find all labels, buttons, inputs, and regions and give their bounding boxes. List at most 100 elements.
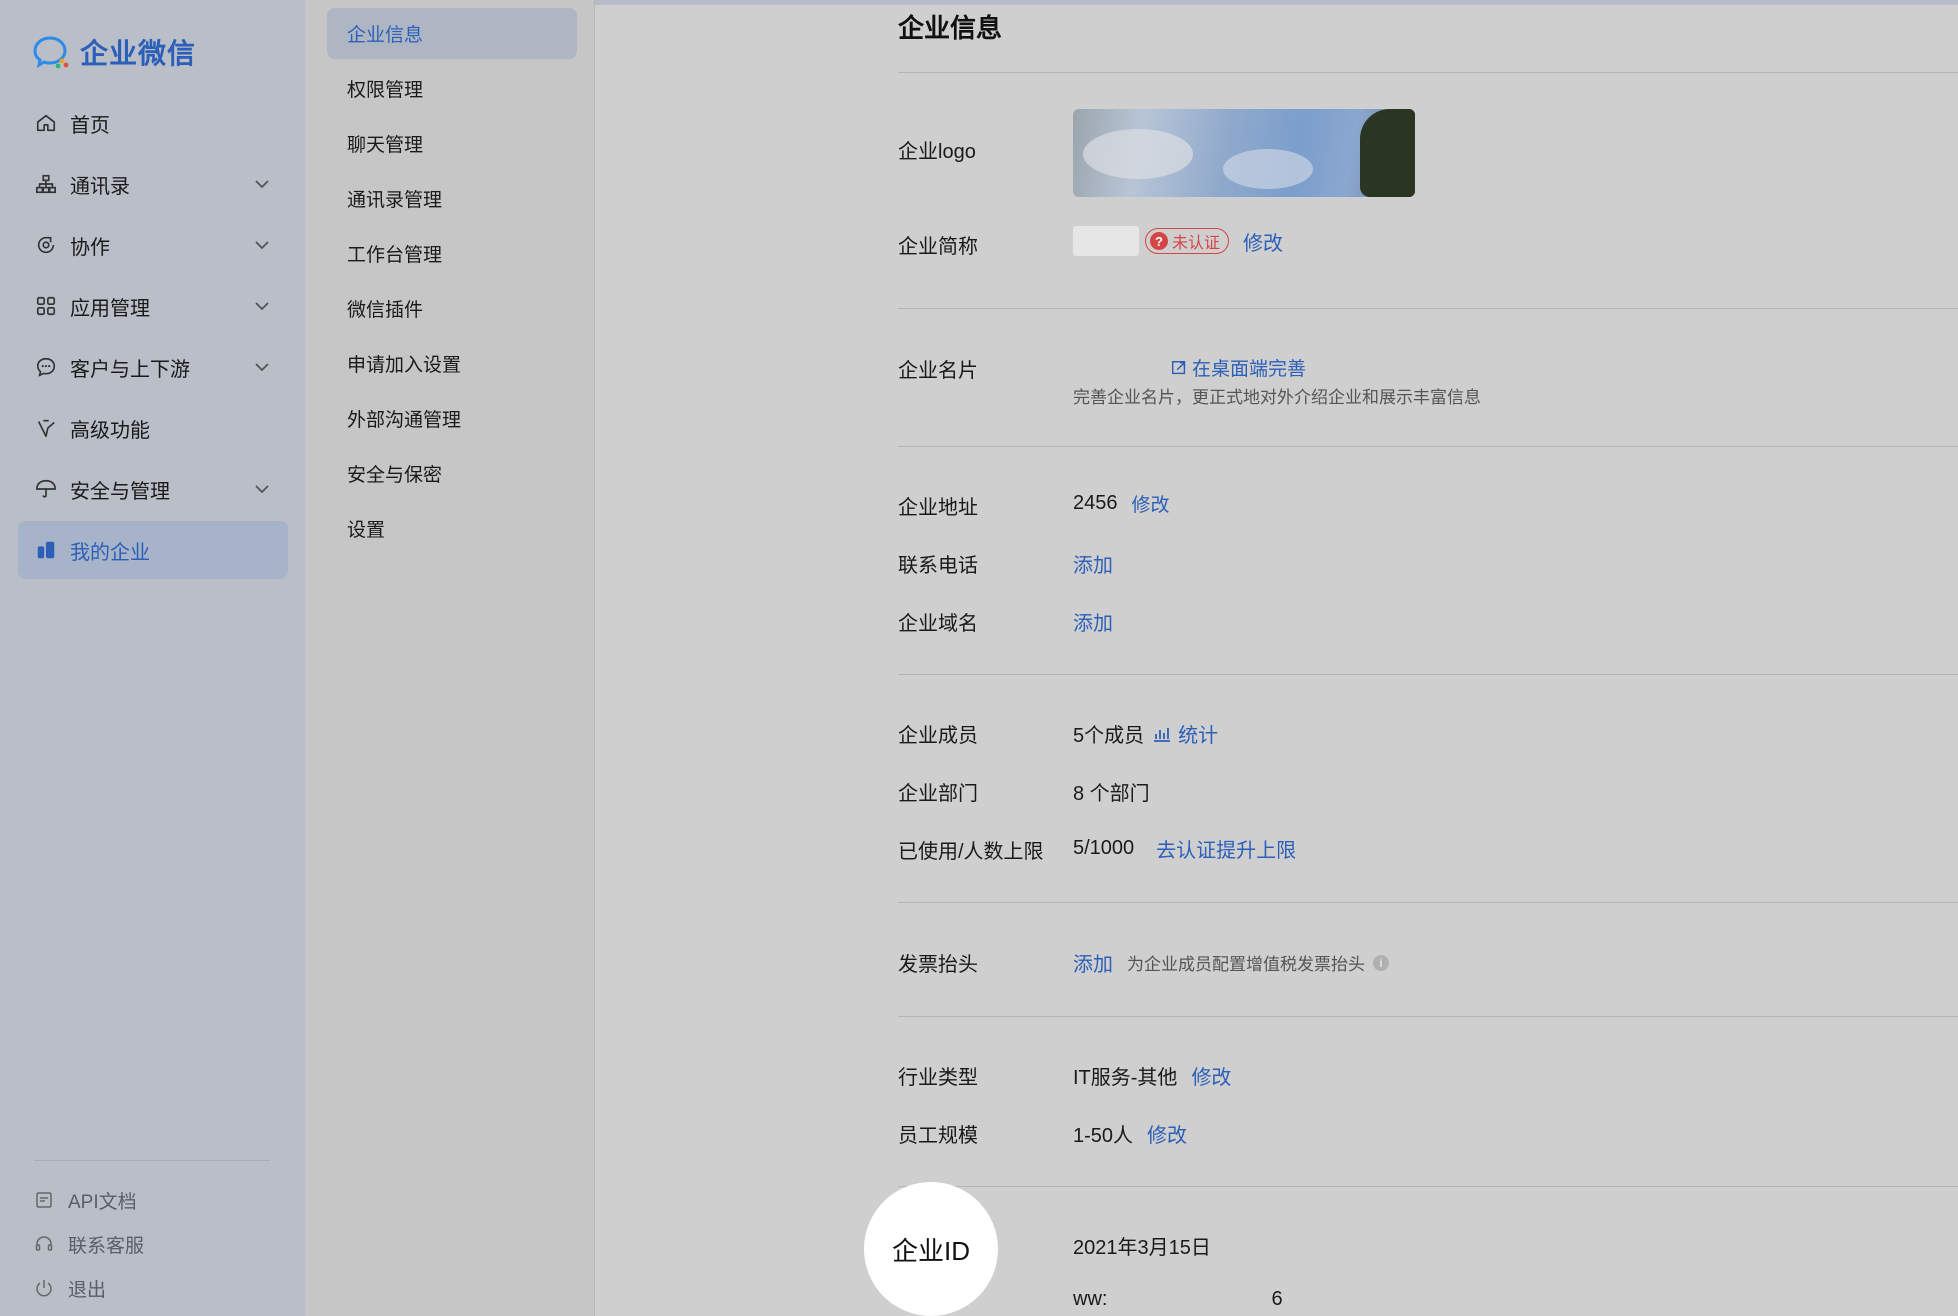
- created-date-value: 2021年3月15日: [1073, 1237, 1211, 1259]
- verify-upgrade-link[interactable]: 去认证提升上限: [1156, 834, 1296, 863]
- document-icon: [36, 1192, 52, 1208]
- submenu-item-external-communication[interactable]: 外部沟通管理: [327, 393, 577, 444]
- chevron-down-icon: [255, 485, 269, 494]
- chevron-down-icon: [255, 180, 269, 189]
- logout-label: 退出: [68, 1279, 107, 1301]
- unverified-badge-label: 未认证: [1172, 235, 1221, 252]
- logo-label: 企业logo: [898, 141, 976, 163]
- invoice-hint: 为企业成员配置增值税发票抬头: [1127, 955, 1365, 974]
- brand-name: 企业微信: [80, 38, 197, 69]
- industry-row: IT服务-其他 修改: [1073, 1061, 1231, 1090]
- add-domain-link[interactable]: 添加: [1073, 607, 1113, 636]
- edit-address-link[interactable]: 修改: [1132, 490, 1170, 517]
- add-invoice-link[interactable]: 添加: [1073, 948, 1113, 977]
- short-name-label: 企业简称: [898, 236, 978, 258]
- collaboration-icon: [34, 233, 58, 257]
- nav-item-app-management[interactable]: 应用管理: [18, 277, 288, 335]
- api-docs-link[interactable]: API文档: [34, 1178, 144, 1222]
- nav-item-label: 通讯录: [70, 175, 130, 198]
- logout-link[interactable]: 退出: [34, 1266, 144, 1310]
- complete-on-desktop-link[interactable]: 在桌面端完善: [1170, 354, 1306, 381]
- org-chart-icon: [34, 172, 58, 196]
- departments-value: 8 个部门: [1073, 783, 1150, 805]
- submenu-item-security-privacy[interactable]: 安全与保密: [327, 448, 577, 499]
- contact-support-link[interactable]: 联系客服: [34, 1222, 144, 1266]
- nav-item-label: 客户与上下游: [70, 358, 190, 381]
- sidebar: 企业微信 首页 通讯录 协作 应用管理 客户与上下游 高级功能 安全与管理 我的…: [0, 0, 305, 1316]
- main-nav: 首页 通讯录 协作 应用管理 客户与上下游 高级功能 安全与管理 我的企业: [18, 94, 288, 582]
- chevron-down-icon: [255, 241, 269, 250]
- divider: [898, 446, 1958, 447]
- nav-item-advanced[interactable]: 高级功能: [18, 399, 288, 457]
- nav-item-home[interactable]: 首页: [18, 94, 288, 152]
- business-card-hint: 完善企业名片，更正式地对外介绍企业和展示丰富信息: [1073, 388, 1481, 407]
- nav-item-label: 应用管理: [70, 297, 150, 320]
- question-icon: ?: [1150, 232, 1168, 250]
- corp-id-highlight: 企业ID: [864, 1182, 998, 1316]
- unverified-badge[interactable]: ? 未认证: [1145, 228, 1230, 254]
- divider: [898, 1186, 1958, 1187]
- submenu-item-join-settings[interactable]: 申请加入设置: [327, 338, 577, 389]
- company-icon: [34, 538, 58, 562]
- edit-scale-link[interactable]: 修改: [1147, 1119, 1187, 1148]
- submenu-item-chat-management[interactable]: 聊天管理: [327, 118, 577, 169]
- edit-industry-link[interactable]: 修改: [1191, 1061, 1231, 1090]
- info-icon[interactable]: i: [1373, 954, 1389, 971]
- members-label: 企业成员: [898, 725, 978, 747]
- contact-support-label: 联系客服: [68, 1235, 145, 1257]
- corp-id-prefix: ww:: [1073, 1288, 1108, 1310]
- corp-id-suffix: 6: [1271, 1288, 1283, 1310]
- submenu-item-company-info[interactable]: 企业信息: [327, 8, 577, 59]
- nav-item-security[interactable]: 安全与管理: [18, 460, 288, 518]
- nav-item-my-company[interactable]: 我的企业: [18, 521, 288, 579]
- nav-item-label: 协作: [70, 236, 110, 259]
- brand[interactable]: 企业微信: [32, 32, 196, 72]
- nav-item-label: 高级功能: [70, 419, 150, 442]
- scale-value: 1-50人: [1073, 1125, 1134, 1147]
- add-phone-link[interactable]: 添加: [1073, 549, 1113, 578]
- nav-item-label: 我的企业: [70, 541, 150, 564]
- corp-id-label: 企业ID: [891, 1235, 970, 1266]
- divider: [898, 674, 1958, 675]
- power-icon: [36, 1280, 52, 1297]
- home-icon: [34, 111, 58, 135]
- page-title: 企业信息: [898, 13, 1003, 43]
- short-name-value: [1073, 226, 1139, 256]
- submenu-item-contacts-management[interactable]: 通讯录管理: [327, 173, 577, 224]
- industry-label: 行业类型: [898, 1067, 978, 1089]
- chat-bubble-icon: [34, 355, 58, 379]
- submenu-item-permissions[interactable]: 权限管理: [327, 63, 577, 114]
- edit-short-name-link[interactable]: 修改: [1243, 227, 1283, 256]
- address-row: 2456 修改: [1073, 490, 1170, 517]
- invoice-label: 发票抬头: [898, 954, 978, 976]
- invoice-row: 添加 为企业成员配置增值税发票抬头 i: [1073, 948, 1389, 977]
- divider: [898, 902, 1958, 903]
- scale-label: 员工规模: [898, 1125, 978, 1147]
- complete-on-desktop-label: 在桌面端完善: [1192, 359, 1307, 380]
- chart-icon: [1154, 727, 1171, 742]
- submenu: 企业信息 权限管理 聊天管理 通讯录管理 工作台管理 微信插件 申请加入设置 外…: [305, 0, 595, 1316]
- seat-limit-row: 5/1000 去认证提升上限: [1073, 834, 1296, 863]
- main-content: 企业信息 企业logo 企业简称 ? 未认证 修改 企业名片 在桌面端完善 完善…: [596, 0, 1958, 1316]
- submenu-list: 企业信息 权限管理 聊天管理 通讯录管理 工作台管理 微信插件 申请加入设置 外…: [327, 8, 577, 558]
- phone-label: 联系电话: [898, 555, 978, 577]
- headset-icon: [35, 1236, 53, 1251]
- chevron-down-icon: [255, 363, 269, 372]
- nav-item-contacts[interactable]: 通讯录: [18, 155, 288, 213]
- seat-limit-value: 5/1000: [1073, 837, 1135, 859]
- nav-item-label: 安全与管理: [70, 480, 170, 503]
- submenu-item-wechat-plugin[interactable]: 微信插件: [327, 283, 577, 334]
- company-logo-image[interactable]: [1073, 109, 1415, 197]
- submenu-item-settings[interactable]: 设置: [327, 503, 577, 554]
- nav-item-customers[interactable]: 客户与上下游: [18, 338, 288, 396]
- submenu-item-workbench-management[interactable]: 工作台管理: [327, 228, 577, 279]
- divider: [898, 72, 1958, 73]
- nav-item-collaboration[interactable]: 协作: [18, 216, 288, 274]
- divider: [898, 1016, 1958, 1017]
- short-name-row: ? 未认证 修改: [1073, 226, 1283, 256]
- departments-label: 企业部门: [898, 783, 978, 805]
- external-edit-icon: [1171, 360, 1186, 374]
- members-stats-link[interactable]: 统计: [1178, 719, 1218, 748]
- industry-value: IT服务-其他: [1073, 1067, 1178, 1089]
- wecom-logo-icon: [33, 36, 69, 69]
